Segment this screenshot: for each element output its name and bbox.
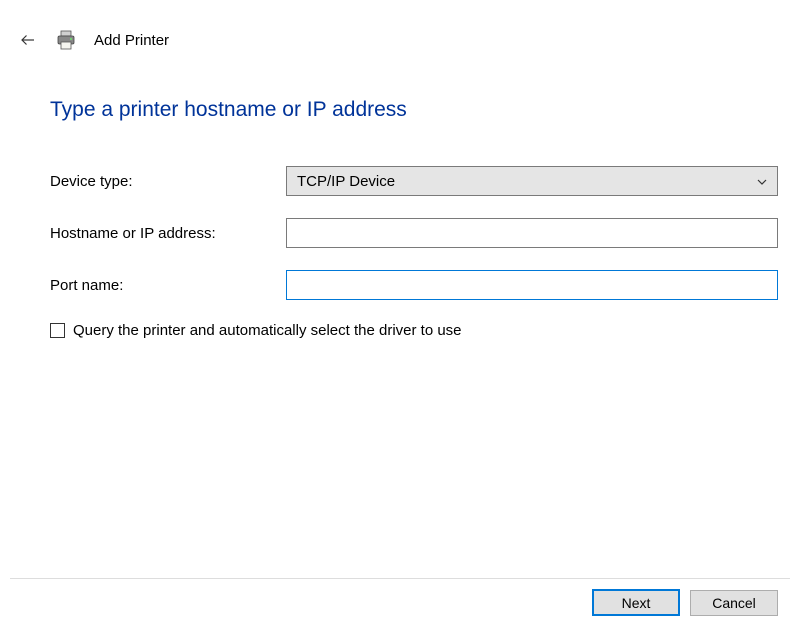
arrow-left-icon	[19, 31, 37, 49]
next-button[interactable]: Next	[592, 589, 680, 616]
device-type-label: Device type:	[50, 173, 286, 190]
hostname-input[interactable]	[286, 218, 778, 248]
query-checkbox[interactable]	[50, 323, 65, 338]
device-type-selected: TCP/IP Device	[297, 173, 757, 190]
printer-icon	[54, 28, 78, 52]
add-printer-wizard: Add Printer Type a printer hostname or I…	[0, 0, 800, 626]
hostname-row: Hostname or IP address:	[50, 218, 778, 248]
cancel-button[interactable]: Cancel	[690, 590, 778, 616]
query-checkbox-row: Query the printer and automatically sele…	[50, 322, 778, 339]
query-checkbox-label: Query the printer and automatically sele…	[73, 322, 462, 339]
port-name-label: Port name:	[50, 277, 286, 294]
hostname-label: Hostname or IP address:	[50, 225, 286, 242]
form-area: Device type: TCP/IP Device Hostname or I…	[50, 166, 778, 339]
port-name-input[interactable]	[286, 270, 778, 300]
back-button[interactable]	[18, 30, 38, 50]
port-name-row: Port name:	[50, 270, 778, 300]
device-type-dropdown[interactable]: TCP/IP Device	[286, 166, 778, 196]
wizard-header: Add Printer	[18, 28, 169, 52]
page-title: Type a printer hostname or IP address	[50, 98, 407, 122]
chevron-down-icon	[757, 174, 767, 188]
device-type-row: Device type: TCP/IP Device	[50, 166, 778, 196]
wizard-title: Add Printer	[94, 32, 169, 49]
wizard-footer: Next Cancel	[10, 578, 790, 626]
